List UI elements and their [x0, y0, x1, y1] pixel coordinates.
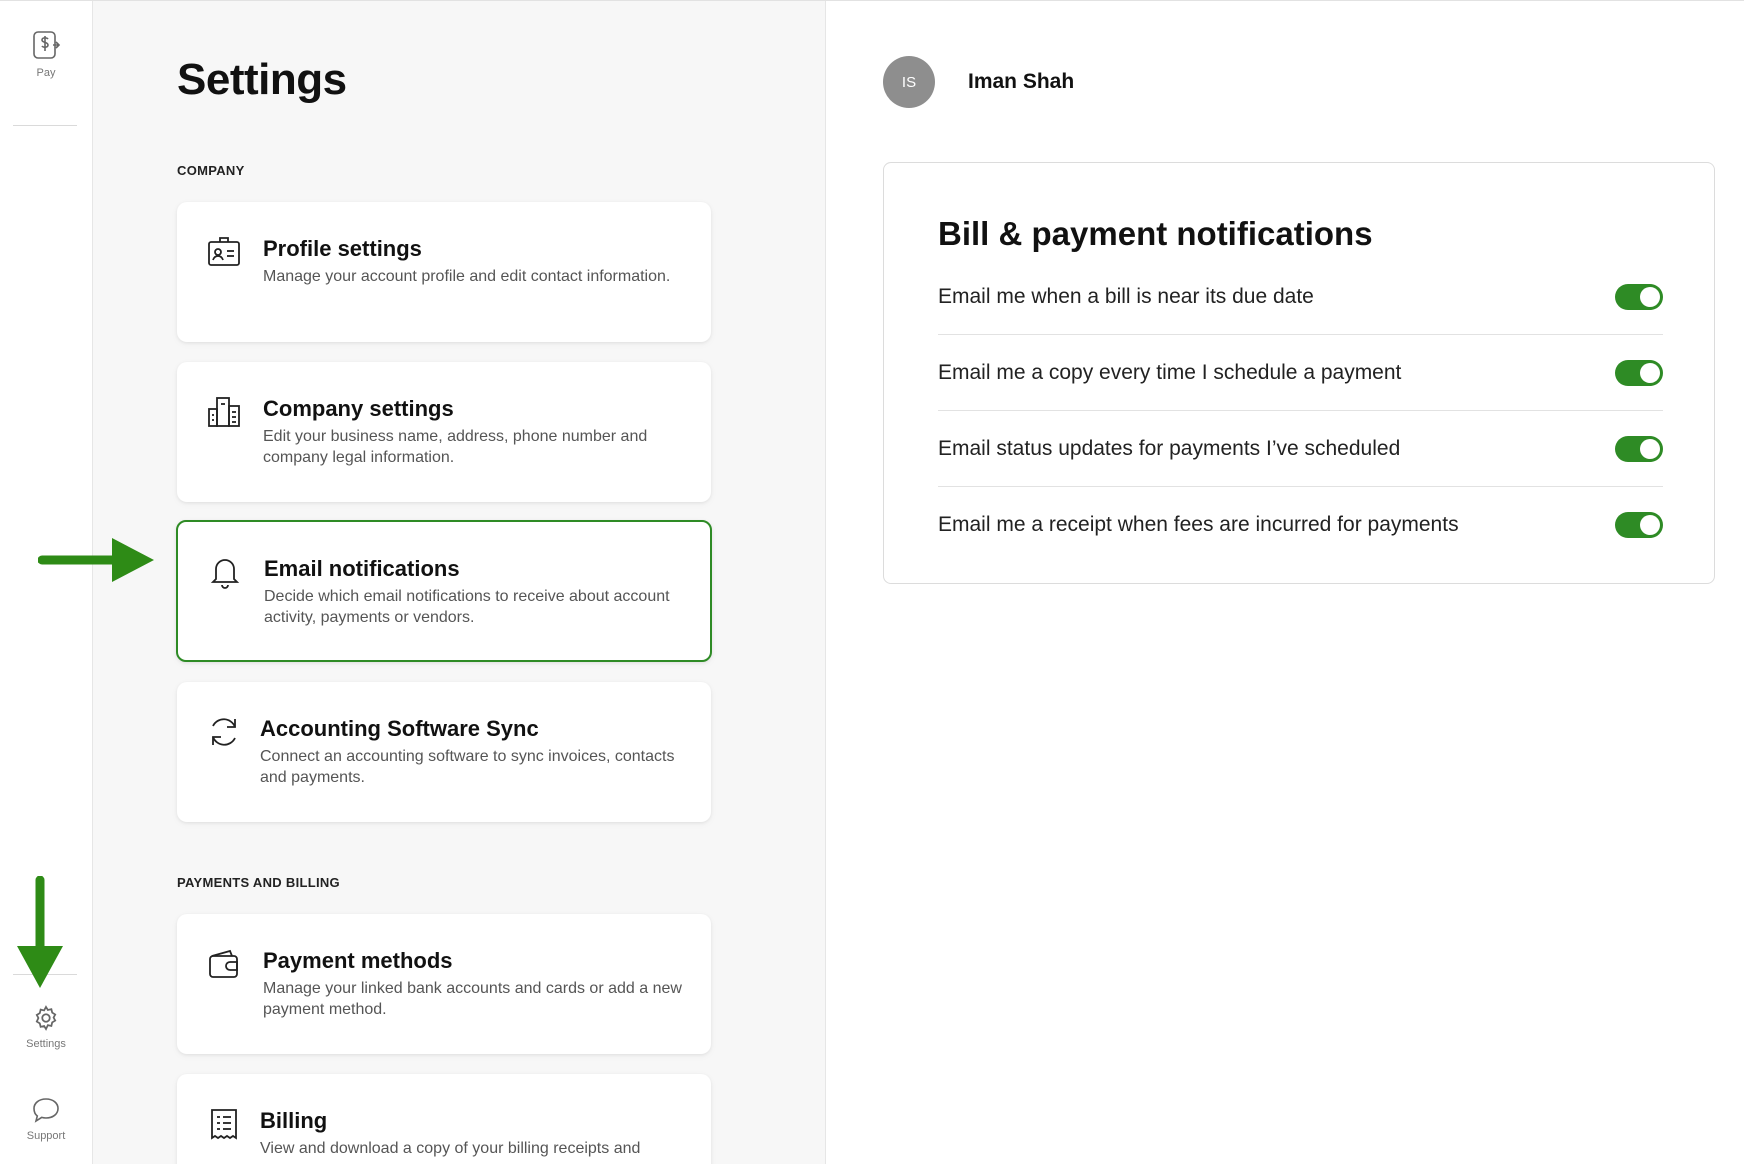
app-window: Pay Settings Support Settings COMPANY Pr…	[0, 0, 1744, 1164]
notification-label: Email me a copy every time I schedule a …	[938, 360, 1402, 384]
notification-row: Email me a receipt when fees are incurre…	[938, 487, 1663, 563]
card-description: View and download a copy of your billing…	[260, 1140, 641, 1157]
toggle-knob	[1640, 438, 1660, 459]
notification-label: Email status updates for payments I’ve s…	[938, 436, 1401, 460]
card-title: Payment methods	[263, 948, 453, 973]
avatar[interactable]: IS	[883, 56, 935, 108]
page-title: Settings	[177, 55, 347, 104]
nav-label-pay: Pay	[36, 67, 56, 79]
section-label-payments-billing: PAYMENTS AND BILLING	[177, 875, 340, 890]
notification-row: Email me a copy every time I schedule a …	[938, 335, 1663, 411]
pay-icon	[33, 31, 61, 59]
card-description: Edit your business name, address, phone …	[263, 428, 648, 466]
card-company-settings[interactable]: Company settings Edit your business name…	[177, 362, 711, 502]
card-title: Email notifications	[264, 556, 460, 581]
user-name: Iman Shah	[968, 70, 1075, 93]
notification-row: Email me when a bill is near its due dat…	[938, 259, 1663, 335]
notification-row: Email status updates for payments I’ve s…	[938, 411, 1663, 487]
notification-toggle[interactable]	[1615, 435, 1663, 462]
card-billing[interactable]: Billing View and download a copy of your…	[177, 1074, 711, 1164]
nav-item-support[interactable]: Support	[0, 1096, 92, 1142]
toggle-knob	[1640, 286, 1660, 307]
card-profile-settings[interactable]: Profile settings Manage your account pro…	[177, 202, 711, 342]
card-description: Connect an accounting software to sync i…	[260, 748, 675, 786]
receipt-icon	[211, 1109, 237, 1140]
nav-label-settings: Settings	[26, 1038, 66, 1050]
card-description: Manage your linked bank accounts and car…	[263, 980, 682, 1018]
notifications-title: Bill & payment notifications	[938, 215, 1373, 252]
card-title: Accounting Software Sync	[260, 716, 539, 741]
card-email-notifications[interactable]: Email notifications Decide which email n…	[176, 520, 712, 662]
card-description: Decide which email notifications to rece…	[264, 588, 670, 626]
building-icon	[208, 397, 240, 427]
nav-item-pay[interactable]: Pay	[0, 29, 92, 79]
sync-icon	[212, 718, 236, 746]
notification-toggle[interactable]	[1615, 512, 1663, 538]
section-label-company: COMPANY	[177, 163, 245, 178]
toggle-knob	[1640, 362, 1660, 383]
notification-label: Email me when a bill is near its due dat…	[938, 284, 1314, 308]
toggle-knob	[1640, 515, 1660, 535]
notification-toggle[interactable]	[1615, 359, 1663, 386]
card-title: Company settings	[263, 396, 454, 421]
nav-item-settings[interactable]: Settings	[0, 1004, 92, 1050]
card-title: Billing	[260, 1108, 328, 1133]
gear-icon	[35, 1005, 57, 1031]
card-payment-methods[interactable]: Payment methods Manage your linked bank …	[177, 914, 711, 1054]
wallet-icon	[209, 949, 238, 978]
annotation-arrow-down-icon	[17, 876, 63, 988]
annotation-arrow-right-icon	[38, 538, 154, 582]
profile-badge-icon	[208, 237, 240, 266]
bill-payment-notifications-card: Bill & payment notifications Email me wh…	[883, 162, 1715, 584]
nav-divider	[13, 125, 77, 126]
settings-list-panel: Settings COMPANY Profile settings Manage…	[93, 1, 825, 1164]
notification-toggle[interactable]	[1615, 283, 1663, 310]
card-accounting-software-sync[interactable]: Accounting Software Sync Connect an acco…	[177, 682, 711, 822]
nav-label-support: Support	[26, 1130, 66, 1142]
chat-bubble-icon	[33, 1098, 59, 1123]
card-description: Manage your account profile and edit con…	[263, 268, 671, 285]
notification-label: Email me a receipt when fees are incurre…	[938, 513, 1459, 536]
notification-detail-panel: IS Iman Shah Bill & payment notification…	[825, 1, 1744, 1164]
card-title: Profile settings	[263, 236, 422, 261]
bell-icon	[210, 559, 240, 589]
